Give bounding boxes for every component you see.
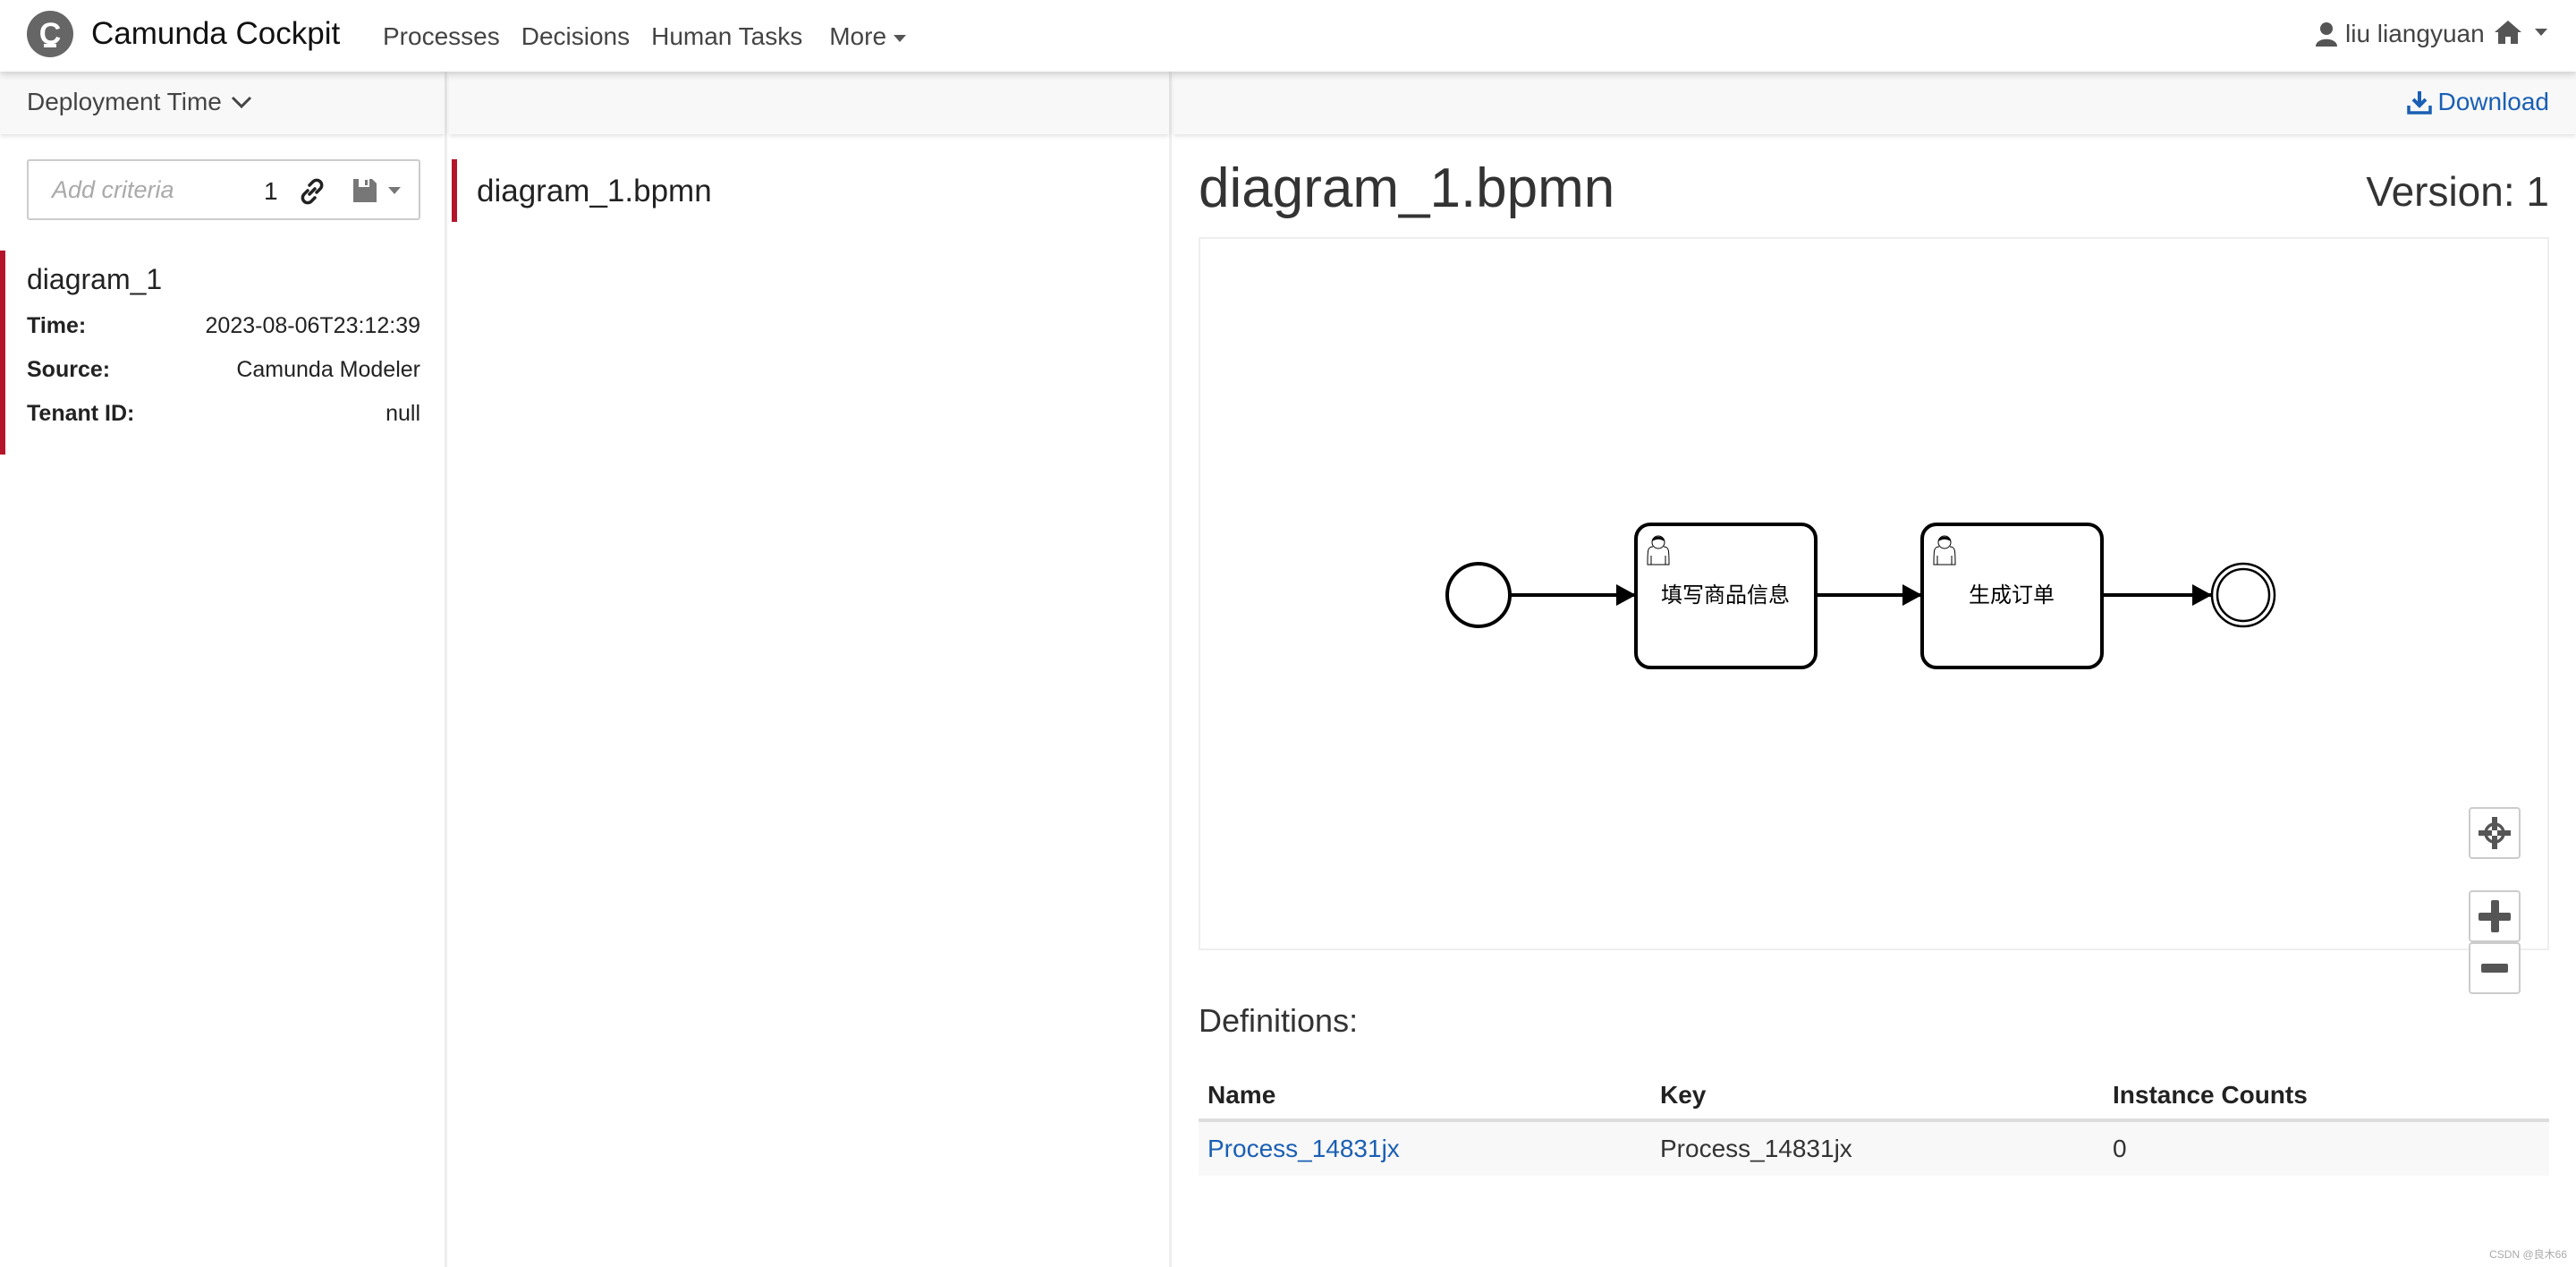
caret-down-icon: [388, 187, 401, 194]
user-icon: [2316, 22, 2337, 47]
definitions-table: Name Key Instance Counts Process_14831jx…: [1199, 1074, 2549, 1176]
sort-bar: Deployment Time: [0, 72, 445, 134]
resources-bar: [449, 72, 1169, 134]
app-title[interactable]: Camunda Cockpit: [91, 16, 340, 52]
user-task[interactable]: 生成订单: [1920, 523, 2104, 669]
bpmn-diagram: 填写商品信息 生成订单: [1445, 523, 2276, 669]
task-label: 生成订单: [1969, 582, 2055, 608]
column-header-name[interactable]: Name: [1199, 1074, 1651, 1122]
deployments-panel: Deployment Time Add criteria 1 diagram_1…: [0, 72, 447, 1267]
time-label: Time:: [27, 313, 87, 338]
caret-down-icon: [894, 34, 907, 42]
table-row: Process_14831jx Process_14831jx 0: [1199, 1120, 2549, 1176]
plus-icon: [2479, 900, 2511, 932]
caret-down-icon: [2535, 29, 2547, 36]
arrow-head-icon: [1616, 584, 1636, 606]
bpmn-canvas[interactable]: 填写商品信息 生成订单: [1199, 237, 2549, 994]
resources-panel: diagram_1.bpmn: [449, 72, 1172, 1267]
download-label: Download: [2437, 88, 2549, 115]
add-criteria-input[interactable]: Add criteria: [52, 176, 174, 204]
floppy-disk-icon: [353, 179, 377, 202]
camunda-logo-icon[interactable]: C: [27, 11, 73, 57]
table-header-row: Name Key Instance Counts: [1199, 1074, 2549, 1122]
minus-icon: [2481, 964, 2508, 973]
resource-item[interactable]: diagram_1.bpmn: [452, 159, 1149, 222]
main-nav: Processes Decisions Human Tasks More: [383, 22, 907, 51]
resource-title: diagram_1.bpmn: [1199, 157, 1615, 219]
arrow-head-icon: [2192, 584, 2212, 606]
logo-underline: [44, 44, 56, 47]
download-button[interactable]: Download: [2407, 88, 2549, 116]
home-menu[interactable]: [2494, 20, 2547, 45]
watermark: CSDN @良木66: [2489, 1248, 2567, 1261]
sort-label: Deployment Time: [27, 88, 222, 115]
end-event[interactable]: [2210, 562, 2276, 628]
source-label: Source:: [27, 357, 111, 382]
link-icon[interactable]: [299, 178, 326, 209]
deployment-item[interactable]: diagram_1 Time: 2023-08-06T23:12:39 Sourc…: [0, 251, 447, 455]
column-header-key[interactable]: Key: [1651, 1074, 2104, 1122]
zoom-out-button[interactable]: [2469, 942, 2521, 994]
home-icon: [2495, 21, 2521, 44]
top-navbar: C Camunda Cockpit Processes Decisions Hu…: [0, 0, 2576, 72]
nav-more-label: More: [829, 22, 887, 50]
user-name: liu liangyuan: [2345, 20, 2485, 47]
resource-name: diagram_1.bpmn: [477, 174, 712, 208]
task-label: 填写商品信息: [1661, 582, 1790, 608]
result-count: 1: [264, 177, 278, 205]
deployment-tenant-row: Tenant ID: null: [27, 401, 420, 427]
cell-key: Process_14831jx: [1651, 1120, 2104, 1176]
deployment-source-row: Source: Camunda Modeler: [27, 357, 420, 383]
zoom-in-button[interactable]: [2469, 890, 2521, 942]
start-event[interactable]: [1445, 562, 1512, 628]
sort-dropdown[interactable]: Deployment Time: [27, 88, 252, 116]
tenant-value: null: [386, 401, 420, 426]
deployment-name: diagram_1: [27, 263, 163, 295]
user-task[interactable]: 填写商品信息: [1634, 523, 1818, 669]
column-header-instance-counts[interactable]: Instance Counts: [2104, 1074, 2549, 1122]
nav-decisions[interactable]: Decisions: [521, 22, 630, 51]
version-label: Version: 1: [2366, 168, 2549, 215]
reset-zoom-button[interactable]: [2469, 807, 2521, 859]
cell-name: Process_14831jx: [1199, 1120, 1651, 1176]
arrow-head-icon: [1902, 584, 1922, 606]
cell-instance-count: 0: [2104, 1120, 2549, 1176]
nav-more[interactable]: More: [829, 22, 907, 51]
nav-processes[interactable]: Processes: [383, 22, 500, 51]
source-value: Camunda Modeler: [236, 357, 420, 382]
user-menu[interactable]: liu liangyuan: [2315, 20, 2485, 48]
crosshair-icon: [2479, 817, 2511, 849]
process-definition-link[interactable]: Process_14831jx: [1208, 1135, 1400, 1162]
nav-human-tasks[interactable]: Human Tasks: [651, 22, 802, 51]
time-value: 2023-08-06T23:12:39: [205, 313, 420, 338]
definitions-heading: Definitions:: [1199, 1002, 1359, 1039]
download-icon: [2407, 91, 2433, 115]
resource-detail-panel: Download diagram_1.bpmn Version: 1 填写商品信…: [1174, 72, 2576, 1267]
deployment-time-row: Time: 2023-08-06T23:12:39: [27, 313, 420, 339]
search-criteria-box[interactable]: Add criteria 1: [27, 159, 420, 220]
detail-bar: Download: [1174, 72, 2576, 134]
tenant-label: Tenant ID:: [27, 401, 135, 426]
save-search-dropdown[interactable]: [352, 178, 401, 203]
chevron-down-icon: [231, 96, 251, 109]
